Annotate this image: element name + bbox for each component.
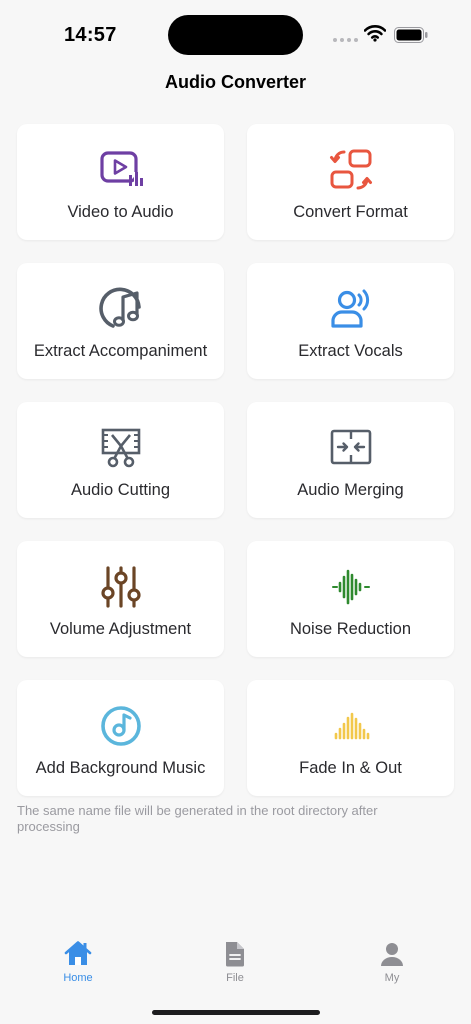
person-icon bbox=[378, 940, 406, 968]
feature-label: Noise Reduction bbox=[289, 620, 412, 638]
feature-card-convert-format[interactable]: Convert Format bbox=[247, 124, 454, 240]
feature-grid: Video to Audio Convert Format Extract Ac… bbox=[17, 124, 454, 796]
feature-card-audio-merging[interactable]: Audio Merging bbox=[247, 402, 454, 518]
feature-card-extract-vocals[interactable]: Extract Vocals bbox=[247, 263, 454, 379]
feature-label: Audio Merging bbox=[297, 481, 404, 499]
fade-bars-icon bbox=[329, 704, 373, 748]
feature-label: Extract Accompaniment bbox=[33, 342, 208, 360]
music-note-icon bbox=[98, 287, 143, 331]
tab-my[interactable]: My bbox=[352, 940, 432, 984]
music-disc-icon bbox=[99, 704, 143, 748]
video-play-icon bbox=[99, 148, 143, 192]
cellular-signal-icon bbox=[333, 38, 358, 42]
status-time: 14:57 bbox=[64, 24, 117, 46]
feature-card-volume-adjustment[interactable]: Volume Adjustment bbox=[17, 541, 224, 657]
feature-label: Fade In & Out bbox=[299, 759, 402, 777]
battery-icon bbox=[394, 27, 428, 43]
feature-card-fade-in-out[interactable]: Fade In & Out bbox=[247, 680, 454, 796]
feature-label: Extract Vocals bbox=[298, 342, 403, 360]
waveform-icon bbox=[329, 565, 373, 609]
feature-card-extract-accompaniment[interactable]: Extract Accompaniment bbox=[17, 263, 224, 379]
wifi-icon bbox=[363, 24, 387, 42]
file-icon bbox=[221, 940, 249, 968]
feature-card-noise-reduction[interactable]: Noise Reduction bbox=[247, 541, 454, 657]
tab-label-home: Home bbox=[63, 972, 93, 984]
tab-bar: Home File My bbox=[0, 930, 471, 1000]
tab-home[interactable]: Home bbox=[38, 940, 118, 984]
home-icon bbox=[64, 940, 92, 968]
feature-label: Convert Format bbox=[293, 203, 408, 221]
dynamic-island bbox=[168, 15, 303, 55]
page-title: Audio Converter bbox=[164, 72, 306, 92]
feature-card-video-to-audio[interactable]: Video to Audio bbox=[17, 124, 224, 240]
feature-card-add-background-music[interactable]: Add Background Music bbox=[17, 680, 224, 796]
merge-arrows-icon bbox=[329, 426, 373, 470]
processing-note: The same name file will be generated in … bbox=[17, 803, 378, 834]
convert-arrows-icon bbox=[329, 148, 373, 192]
app-screen: 14:57 Audio Converter Video to Audio Con… bbox=[0, 0, 471, 1024]
feature-label: Volume Adjustment bbox=[49, 620, 192, 638]
feature-label: Add Background Music bbox=[35, 759, 206, 777]
equalizer-sliders-icon bbox=[99, 565, 143, 609]
home-indicator bbox=[152, 1010, 320, 1015]
person-voice-icon bbox=[329, 287, 373, 331]
tab-label-my: My bbox=[384, 972, 400, 984]
tab-label-file: File bbox=[226, 972, 244, 984]
tab-file[interactable]: File bbox=[195, 940, 275, 984]
feature-card-audio-cutting[interactable]: Audio Cutting bbox=[17, 402, 224, 518]
scissors-icon bbox=[99, 426, 143, 470]
feature-label: Audio Cutting bbox=[70, 481, 171, 499]
status-bar: 14:57 bbox=[0, 0, 471, 70]
feature-label: Video to Audio bbox=[67, 203, 174, 221]
